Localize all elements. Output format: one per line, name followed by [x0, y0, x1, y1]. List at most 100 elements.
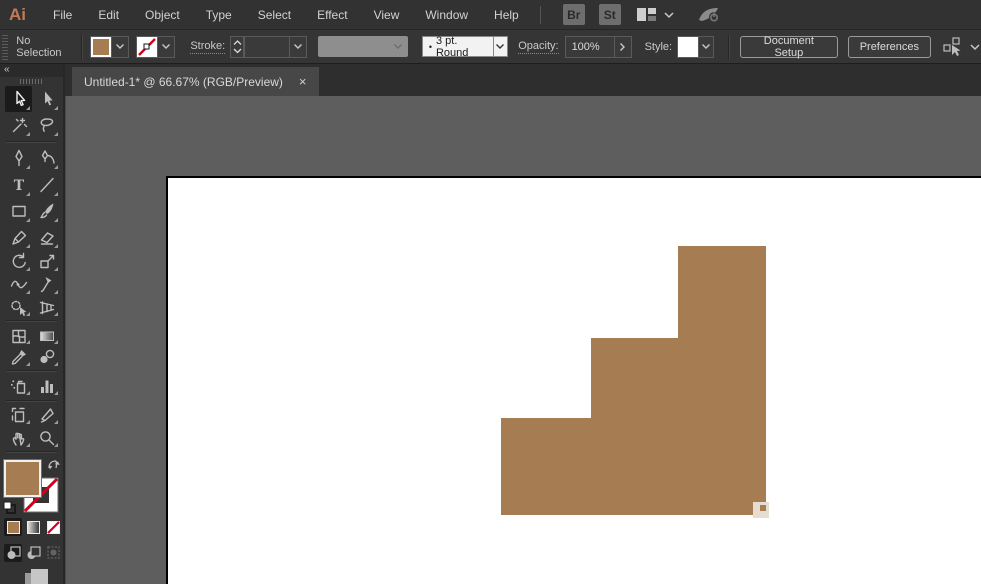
hand-tool[interactable]	[5, 426, 32, 448]
control-bar-grip[interactable]	[2, 33, 9, 60]
swap-fill-stroke-icon[interactable]	[47, 459, 60, 471]
menu-window[interactable]: Window	[412, 0, 481, 30]
toolbar-separator	[0, 318, 63, 325]
perspective-grid-tool[interactable]	[33, 296, 60, 318]
document-setup-button[interactable]: Document Setup	[739, 35, 838, 59]
style-dropdown[interactable]	[698, 36, 714, 57]
menu-type[interactable]: Type	[193, 0, 245, 30]
menu-file[interactable]: File	[40, 0, 85, 30]
variable-width-profile-field[interactable]: • 3 pt. Round	[421, 35, 494, 59]
chevron-up-icon[interactable]	[233, 39, 242, 46]
symbol-sprayer-tool[interactable]	[5, 375, 32, 397]
style-swatch[interactable]	[678, 36, 699, 57]
opacity-panel-link[interactable]: Opacity:	[518, 40, 559, 54]
perspective-grid-icon	[39, 301, 54, 314]
menu-help[interactable]: Help	[481, 0, 532, 30]
rectangle-tool[interactable]	[5, 198, 32, 224]
stroke-color-widget[interactable]	[136, 35, 176, 58]
draw-normal-button[interactable]	[4, 543, 23, 562]
variable-width-profile-widget[interactable]: • 3 pt. Round	[421, 35, 509, 59]
draw-behind-button[interactable]	[24, 544, 42, 562]
eraser-tool[interactable]	[33, 224, 60, 249]
chevron-down-icon	[116, 44, 125, 49]
app-logo: Ai	[9, 4, 26, 24]
stock-button[interactable]: St	[598, 4, 621, 25]
style-widget[interactable]	[677, 35, 715, 58]
stroke-weight-dropdown[interactable]	[288, 36, 306, 57]
menu-view[interactable]: View	[361, 0, 413, 30]
hand-icon	[12, 432, 24, 446]
opacity-field[interactable]: 100%	[564, 35, 632, 58]
rotate-tool[interactable]	[5, 250, 32, 273]
lasso-tool[interactable]	[33, 112, 60, 138]
magic-wand-tool[interactable]	[5, 112, 32, 138]
curvature-tool[interactable]	[33, 145, 60, 171]
stroke-color-dropdown[interactable]	[157, 36, 175, 57]
none-mode-button[interactable]	[44, 518, 62, 536]
stroke-weight-stepper[interactable]	[230, 35, 244, 58]
fill-color-dropdown[interactable]	[111, 36, 129, 57]
preferences-button[interactable]: Preferences	[847, 35, 931, 58]
document-tab-bar: Untitled-1* @ 66.67% (RGB/Preview) ×	[65, 64, 981, 96]
gradient-tool[interactable]	[33, 325, 60, 346]
illustrator-window: Ai File Edit Object Type Select Effect V…	[0, 0, 981, 584]
color-swatch	[6, 520, 20, 534]
fill-swatch[interactable]	[3, 458, 42, 498]
gpu-rocket-icon	[698, 7, 719, 22]
menu-effect[interactable]: Effect	[304, 0, 360, 30]
type-tool[interactable]: T	[5, 171, 32, 197]
document-tab[interactable]: Untitled-1* @ 66.67% (RGB/Preview) ×	[72, 67, 319, 96]
mesh-tool[interactable]	[5, 325, 32, 346]
eyedropper-tool[interactable]	[5, 346, 32, 367]
toolbar-grip[interactable]	[0, 77, 63, 86]
fill-color-swatch[interactable]	[91, 36, 112, 57]
chevron-down-icon	[970, 43, 980, 50]
shape-builder-tool[interactable]	[5, 296, 32, 318]
direct-selection-tool[interactable]	[33, 86, 60, 112]
paintbrush-icon	[39, 203, 53, 219]
select-similar-button[interactable]	[943, 36, 981, 57]
artboard-tool[interactable]	[5, 404, 32, 426]
column-graph-tool[interactable]	[33, 375, 60, 397]
fill-color-widget[interactable]	[90, 35, 130, 58]
width-tool[interactable]	[5, 273, 32, 295]
screen-mode-button[interactable]	[0, 566, 63, 584]
width-tool-icon	[10, 280, 27, 289]
stroke-weight-field[interactable]	[243, 35, 307, 58]
selection-tool[interactable]	[5, 85, 32, 112]
menu-separator	[539, 5, 541, 24]
step-rect-tall[interactable]	[678, 246, 766, 515]
puppet-warp-tool[interactable]	[33, 273, 60, 295]
blend-tool[interactable]	[33, 346, 60, 367]
bridge-button[interactable]: Br	[562, 4, 585, 25]
close-tab-icon[interactable]: ×	[299, 75, 307, 88]
artboard-icon	[11, 407, 25, 423]
chevron-down-icon[interactable]	[233, 48, 242, 54]
gpu-performance-button[interactable]	[697, 5, 723, 25]
stroke-panel-link[interactable]: Stroke:	[190, 40, 226, 54]
color-mode-button[interactable]	[4, 518, 22, 537]
opacity-dropdown[interactable]	[613, 36, 631, 57]
menu-edit[interactable]: Edit	[85, 0, 132, 30]
canvas-pasteboard[interactable]	[65, 96, 981, 584]
svg-text:T: T	[13, 178, 24, 194]
stroke-color-swatch[interactable]	[137, 36, 158, 57]
toolbar-collapse-button[interactable]: «	[0, 64, 63, 77]
zoom-tool[interactable]	[33, 426, 60, 448]
scale-tool[interactable]	[33, 250, 60, 273]
default-fill-stroke-icon[interactable]	[3, 501, 16, 515]
column-graph-icon	[40, 380, 53, 393]
line-segment-tool[interactable]	[33, 171, 60, 197]
variable-width-profile-dropdown[interactable]	[493, 36, 509, 57]
workspace-switcher-button[interactable]	[636, 7, 675, 22]
corner-widget-inner[interactable]	[760, 505, 766, 511]
divider	[728, 34, 730, 59]
menu-select[interactable]: Select	[245, 0, 304, 30]
lasso-icon	[40, 118, 53, 132]
pen-tool[interactable]	[5, 145, 32, 171]
paintbrush-tool[interactable]	[33, 198, 60, 224]
menu-object[interactable]: Object	[132, 0, 193, 30]
shaper-tool[interactable]	[5, 224, 32, 249]
gradient-mode-button[interactable]	[24, 518, 42, 536]
slice-tool[interactable]	[33, 404, 60, 426]
